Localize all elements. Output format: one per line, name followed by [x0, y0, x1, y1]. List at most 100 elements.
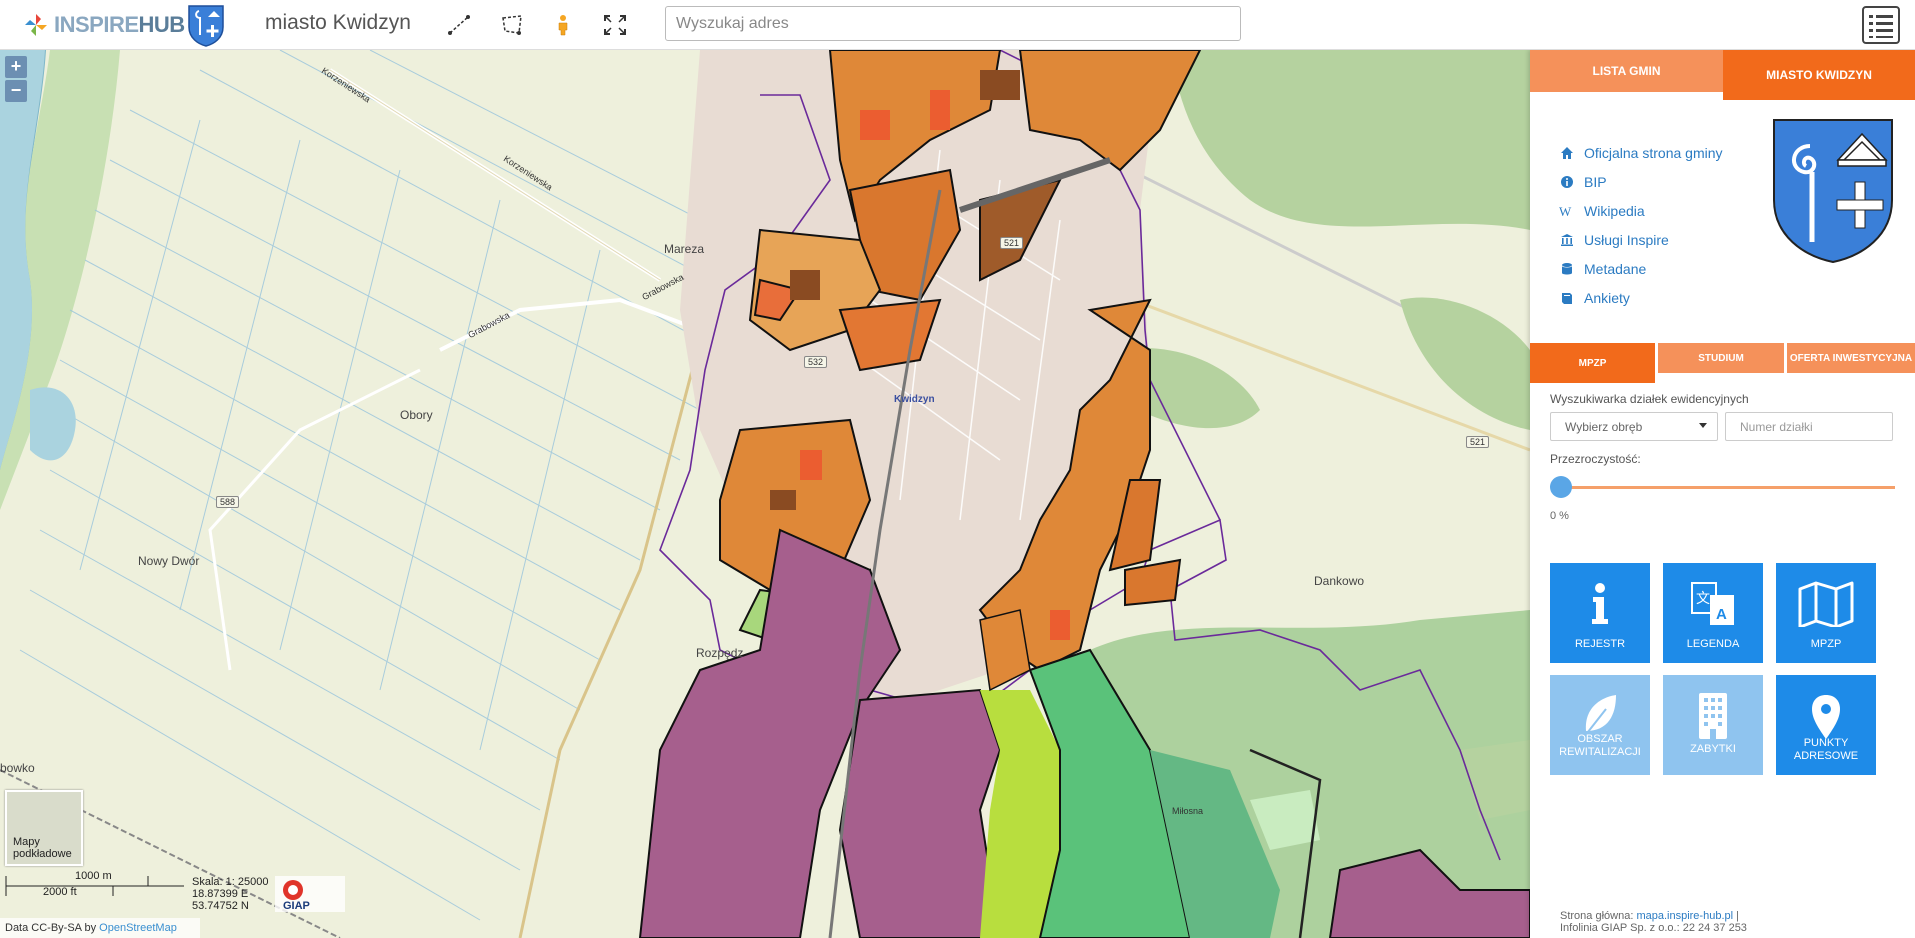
scale-ratio: Skala: 1: 25000 — [192, 876, 269, 888]
institution-icon — [1561, 233, 1573, 246]
inspirehub-logo[interactable]: INSPIREHUB — [24, 10, 185, 40]
opacity-value: 0 % — [1550, 510, 1569, 522]
tile-label: MPZP — [1810, 638, 1842, 650]
footer-homepage-label: Strona główna: — [1560, 910, 1634, 922]
road-number-588: 588 — [216, 496, 240, 508]
translate-icon: 文A — [1691, 582, 1734, 625]
svg-text:文: 文 — [1696, 591, 1710, 607]
brand-name: INSPIREHUB — [54, 12, 185, 38]
svg-text:A: A — [1716, 606, 1727, 623]
place-label-kwidzyn: Kwidzyn — [894, 394, 935, 405]
tile-zabytki[interactable]: ZABYTKI — [1663, 675, 1763, 775]
municipality-title: miasto Kwidzyn — [265, 11, 411, 34]
basemap-switcher-button[interactable]: Mapy podkładowe — [5, 790, 83, 866]
footer-separator: | — [1736, 910, 1739, 922]
scale-imperial: 2000 ft — [43, 886, 77, 898]
longitude-value: 18.87399 E — [192, 888, 249, 900]
coordinates-readout: Skala: 1: 25000 18.87399 E 53.74752 N — [192, 876, 268, 912]
place-label-rozpedz: Rozpędz — [696, 646, 744, 660]
top-bar: INSPIREHUB miasto Kwidzyn — [0, 0, 1915, 50]
measure-distance-icon[interactable] — [446, 13, 472, 37]
building-icon — [1699, 693, 1727, 739]
side-panel: LISTA GMIN MIASTO KWIDZYN Oficjalna stro… — [1530, 50, 1915, 938]
giap-logo-text: GIAP — [283, 900, 310, 912]
place-label-milosna: Miłosna — [1172, 806, 1204, 816]
opacity-slider-handle[interactable] — [1550, 476, 1572, 498]
attribution-prefix: Data CC-By-SA by — [5, 922, 97, 934]
street-view-person-icon[interactable] — [550, 13, 576, 37]
info-icon — [1561, 175, 1573, 188]
opacity-label: Przezroczystość: — [1550, 452, 1641, 466]
openstreetmap-link[interactable]: OpenStreetMap — [99, 922, 177, 934]
tab-studium[interactable]: STUDIUM — [1658, 343, 1784, 373]
tab-lista-gmin[interactable]: LISTA GMIN — [1530, 50, 1723, 92]
link-label: BIP — [1584, 173, 1607, 190]
tile-rejestr[interactable]: REJESTR — [1550, 563, 1650, 663]
tile-label: ZABYTKI — [1690, 743, 1736, 755]
parcel-search-title: Wyszukiwarka działek ewidencyjnych — [1550, 392, 1749, 406]
tile-label: PUNKTY ADRESOWE — [1793, 737, 1859, 762]
link-label: Wikipedia — [1584, 202, 1645, 219]
link-label: Ankiety — [1584, 289, 1630, 306]
measure-area-icon[interactable] — [499, 13, 525, 37]
zoom-in-button[interactable]: + — [5, 56, 27, 78]
municipality-links: Oficjalna strona gminy BIP W Wikipedia U… — [1558, 138, 1723, 312]
link-official-site[interactable]: Oficjalna strona gminy — [1558, 138, 1723, 167]
basemap-switcher-label: Mapy podkładowe — [13, 836, 72, 860]
menu-list-icon[interactable] — [1862, 6, 1900, 44]
place-label-obory: Obory — [400, 408, 433, 422]
tile-mpzp[interactable]: MPZP — [1776, 563, 1876, 663]
parcel-number-input[interactable] — [1725, 412, 1893, 441]
tab-miasto-kwidzyn[interactable]: MIASTO KWIDZYN — [1723, 50, 1915, 100]
giap-logo: GIAP — [275, 876, 345, 912]
tile-obszar-rewitalizacji[interactable]: OBSZAR REWITALIZACJI — [1550, 675, 1650, 775]
tile-legenda[interactable]: 文A LEGENDA — [1663, 563, 1763, 663]
svg-text:W: W — [1559, 204, 1572, 218]
kwidzyn-coat-of-arms-icon — [1773, 119, 1893, 264]
road-number-532: 532 — [804, 356, 828, 368]
brand-part-2: HUB — [138, 12, 186, 37]
link-bip[interactable]: BIP — [1558, 167, 1723, 196]
kwidzyn-crest-icon — [188, 5, 224, 47]
footer-hotline: Infolinia GIAP Sp. z o.o.: 22 24 37 253 — [1560, 922, 1747, 934]
place-label-nowy-dwor: Nowy Dwór — [138, 554, 200, 568]
footer-homepage-link[interactable]: mapa.inspire-hub.pl — [1636, 910, 1733, 922]
tab-mpzp[interactable]: MPZP — [1530, 343, 1655, 383]
place-label-bowko: bowko — [0, 761, 35, 775]
tile-label: LEGENDA — [1686, 638, 1740, 650]
link-ankiety[interactable]: Ankiety — [1558, 283, 1723, 312]
book-icon — [1562, 292, 1572, 304]
tile-label: OBSZAR REWITALIZACJI — [1559, 733, 1641, 758]
tile-punkty-adresowe[interactable]: PUNKTY ADRESOWE — [1776, 675, 1876, 775]
precinct-select[interactable]: Wybierz obręb — [1550, 412, 1718, 441]
tab-oferta-inwestycyjna[interactable]: OFERTA INWESTYCYJNA — [1787, 343, 1915, 373]
info-icon — [1592, 583, 1608, 624]
map-canvas[interactable]: + − Mareza Obory Nowy Dwór Kwidzyn Danko… — [0, 50, 1530, 938]
opacity-slider-track[interactable] — [1560, 486, 1895, 489]
link-metadane[interactable]: Metadane — [1558, 254, 1723, 283]
road-number-521-b: 521 — [1466, 436, 1490, 448]
map-icon — [1798, 581, 1854, 627]
map-base-layer — [0, 50, 1530, 938]
caret-down-icon — [1699, 423, 1707, 428]
place-label-dankowo: Dankowo — [1314, 574, 1365, 588]
database-icon — [1562, 262, 1572, 274]
fullscreen-icon[interactable] — [602, 13, 628, 37]
address-search-input[interactable] — [665, 6, 1241, 41]
link-label: Oficjalna strona gminy — [1584, 144, 1723, 161]
wikipedia-icon: W — [1559, 204, 1572, 218]
tile-label: REJESTR — [1574, 638, 1626, 650]
link-label: Usługi Inspire — [1584, 231, 1669, 248]
scale-bar: 1000 m 2000 ft — [5, 870, 185, 903]
map-pin-icon — [1812, 695, 1840, 739]
pinwheel-logo-icon — [25, 14, 47, 36]
place-label-mareza: Mareza — [664, 242, 705, 256]
link-wikipedia[interactable]: W Wikipedia — [1558, 196, 1723, 225]
precinct-select-placeholder: Wybierz obręb — [1565, 420, 1643, 434]
zoom-out-button[interactable]: − — [5, 80, 27, 102]
map-attribution: Data CC-By-SA by OpenStreetMap — [0, 918, 200, 938]
scale-metric: 1000 m — [75, 870, 112, 882]
link-label: Metadane — [1584, 260, 1647, 277]
latitude-value: 53.74752 N — [192, 900, 249, 912]
link-uslugi-inspire[interactable]: Usługi Inspire — [1558, 225, 1723, 254]
